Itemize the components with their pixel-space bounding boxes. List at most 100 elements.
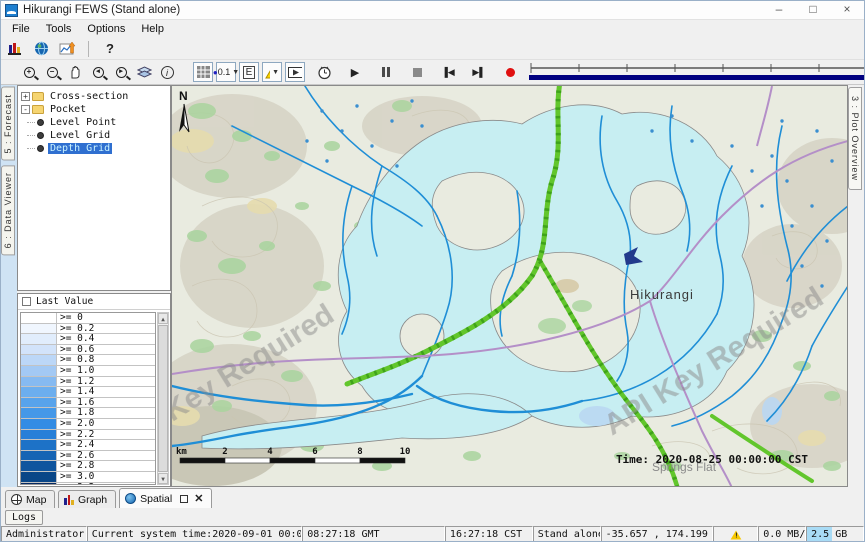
zoom-out-icon[interactable]: − — [42, 62, 62, 82]
legend-class-label: >= 0.4 — [57, 334, 155, 344]
legend-color-swatch — [21, 366, 57, 376]
tree-node-level-point[interactable]: Level Point — [18, 116, 170, 128]
tab-forecast[interactable]: 5 : Forecast — [1, 87, 15, 161]
expander-icon[interactable]: - — [21, 105, 30, 114]
zoom-in-icon[interactable]: + — [19, 62, 39, 82]
classification-dropdown[interactable]: ●0.1▼ — [216, 62, 236, 82]
elevation-scale-icon[interactable]: E — [239, 62, 259, 82]
record-button[interactable] — [500, 62, 520, 82]
tree-node-label[interactable]: Level Point — [48, 117, 118, 128]
scrollbar-thumb[interactable] — [158, 325, 168, 472]
bottom-tab-bar: Map Graph Spatial ✕ — [1, 487, 864, 508]
tab-spatial[interactable]: Spatial ✕ — [119, 488, 212, 508]
tree-node-cross-section[interactable]: + Cross-section — [18, 90, 170, 102]
tree-node-pocket[interactable]: - Pocket — [18, 103, 170, 115]
tree-node-label[interactable]: Cross-section — [48, 91, 130, 102]
leaf-node-icon — [37, 132, 44, 139]
pause-button[interactable] — [376, 62, 396, 82]
legend-row: >= 3.2 — [21, 483, 155, 486]
legend-color-swatch — [21, 461, 57, 471]
svg-text:2: 2 — [222, 447, 227, 457]
thresholds-warning-dropdown[interactable]: !▼ — [262, 62, 282, 82]
legend-color-swatch — [21, 408, 57, 418]
menu-options[interactable]: Options — [80, 22, 132, 36]
layers-icon[interactable] — [134, 62, 154, 82]
tab-data-viewer[interactable]: 6 : Data Viewer — [1, 165, 15, 255]
toolbar-separator — [88, 41, 89, 57]
close-tab-icon[interactable]: ✕ — [194, 492, 203, 505]
tree-node-depth-grid[interactable]: Depth Grid — [18, 142, 170, 154]
legend-class-label: >= 2.4 — [57, 440, 155, 450]
zoom-previous-icon[interactable]: ◂ — [88, 62, 108, 82]
zoom-next-icon[interactable]: ▸ — [111, 62, 131, 82]
grid-display-icon[interactable] — [193, 62, 213, 82]
tab-map-label: Map — [26, 494, 46, 506]
maximize-tab-icon[interactable] — [180, 495, 188, 503]
legend-color-swatch — [21, 334, 57, 344]
play-button[interactable]: ▶ — [345, 62, 365, 82]
logs-button[interactable]: Logs — [5, 510, 43, 525]
last-value-option[interactable]: Last Value — [18, 294, 170, 310]
legend-classes-table: >= 0 >= 0.2 >= 0.4 >= 0.6 — [20, 312, 156, 485]
legend-class-label: >= 0 — [57, 313, 155, 323]
stop-button[interactable] — [407, 62, 427, 82]
map-display-globe-icon[interactable] — [31, 39, 51, 59]
skip-to-end-button[interactable]: ▶▌ — [469, 62, 489, 82]
svg-text:km: km — [176, 447, 187, 457]
spatial-map-view[interactable]: API Key Required API Key Required Hikura… — [171, 85, 848, 487]
legend-class-label: >= 2.0 — [57, 419, 155, 429]
tree-node-label-selected[interactable]: Depth Grid — [48, 143, 112, 154]
animation-clock-icon[interactable] — [314, 62, 334, 82]
menu-tools[interactable]: Tools — [39, 22, 79, 36]
status-bar: Administrator Current system time:2020-0… — [1, 526, 864, 542]
app-logo-icon — [5, 4, 18, 17]
tab-graph-label: Graph — [78, 494, 107, 506]
legend-scrollbar[interactable]: ▲ ▼ — [157, 312, 169, 485]
svg-text:4: 4 — [267, 447, 273, 457]
minimize-button[interactable]: – — [762, 1, 796, 19]
last-value-checkbox[interactable] — [22, 297, 31, 306]
time-slider[interactable] — [527, 62, 865, 82]
menu-file[interactable]: File — [5, 22, 37, 36]
tab-plot-overview[interactable]: 3 : Plot Overview — [848, 87, 862, 190]
legend-color-swatch — [21, 324, 57, 334]
status-warning-cell[interactable] — [713, 526, 758, 542]
help-button[interactable]: ? — [100, 39, 120, 59]
timeseries-display-icon[interactable] — [57, 39, 77, 59]
tree-connector — [27, 122, 35, 123]
menu-help[interactable]: Help — [134, 22, 171, 36]
pan-hand-icon[interactable] — [65, 62, 85, 82]
folder-icon — [32, 105, 44, 114]
legend-color-swatch — [21, 430, 57, 440]
right-dock-strip: 3 : Plot Overview — [848, 85, 865, 487]
close-button[interactable]: × — [830, 1, 864, 19]
legend-color-swatch — [21, 377, 57, 387]
legend-class-label: >= 0.2 — [57, 324, 155, 334]
map-tab-icon — [11, 494, 22, 505]
legend-color-swatch — [21, 451, 57, 461]
tree-node-label[interactable]: Level Grid — [48, 130, 112, 141]
tab-map[interactable]: Map — [5, 490, 55, 508]
legend-class-label: >= 3.0 — [57, 472, 155, 482]
tree-node-label[interactable]: Pocket — [48, 104, 88, 115]
maximize-button[interactable]: □ — [796, 1, 830, 19]
movie-export-icon[interactable] — [285, 62, 305, 82]
scroll-down-icon[interactable]: ▼ — [158, 473, 168, 484]
legend-color-swatch — [21, 472, 57, 482]
expander-icon[interactable]: + — [21, 92, 30, 101]
skip-to-start-button[interactable]: ▐◀ — [438, 62, 458, 82]
tree-node-level-grid[interactable]: Level Grid — [18, 129, 170, 141]
legend-class-label: >= 2.8 — [57, 461, 155, 471]
scroll-up-icon[interactable]: ▲ — [158, 313, 168, 324]
tab-graph[interactable]: Graph — [58, 490, 116, 508]
leaf-node-icon — [37, 119, 44, 126]
left-dock-strip: 5 : Forecast 6 : Data Viewer — [1, 85, 17, 487]
leaf-node-icon — [37, 145, 44, 152]
database-status-icon[interactable] — [5, 39, 25, 59]
svg-text:10: 10 — [400, 447, 411, 457]
legend-color-swatch — [21, 387, 57, 397]
spatial-tab-icon — [125, 493, 136, 504]
info-icon[interactable]: i — [157, 62, 177, 82]
status-system-time: Current system time:2020-09-01 00:00 CST — [87, 526, 302, 542]
legend-color-swatch — [21, 313, 57, 323]
